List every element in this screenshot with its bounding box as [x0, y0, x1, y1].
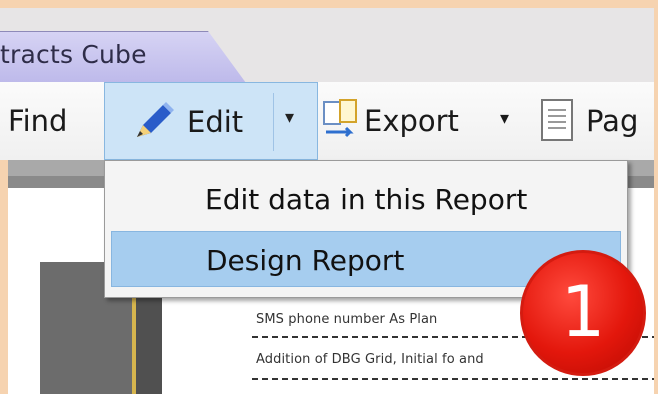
- tab-label: tracts Cube: [0, 40, 147, 69]
- find-button[interactable]: Find: [8, 82, 67, 160]
- step-number: 1: [560, 271, 606, 353]
- frame-border-right: [654, 0, 658, 394]
- edit-label: Edit: [187, 105, 244, 139]
- frame-border-top: [0, 0, 658, 8]
- menu-item-edit-data[interactable]: Edit data in this Report: [111, 171, 621, 227]
- toolbar: Find Edit ▾ Export ▾ Pag: [0, 82, 658, 161]
- export-caret-icon[interactable]: ▾: [500, 108, 509, 129]
- menu-item-label: Edit data in this Report: [205, 183, 528, 216]
- tab-strip: tracts Cube: [0, 8, 658, 83]
- export-icon: [323, 99, 357, 138]
- pencil-icon: [137, 102, 174, 137]
- report-row: SMS phone number As Plan: [256, 312, 438, 327]
- step-badge: 1: [520, 250, 646, 376]
- screenshot-frame: tracts Cube Find Edit ▾ Export ▾ Pag SMS…: [0, 0, 658, 394]
- export-label: Export: [364, 104, 459, 138]
- find-label: Find: [8, 104, 68, 138]
- page-icon: [541, 99, 573, 141]
- menu-item-label: Design Report: [206, 244, 405, 277]
- report-row: Addition of DBG Grid, Initial fo and: [256, 352, 484, 367]
- edit-button[interactable]: Edit ▾: [104, 82, 318, 160]
- dropdown-caret-icon[interactable]: ▾: [285, 107, 294, 128]
- row-divider: [252, 378, 658, 380]
- split-divider: [273, 93, 274, 151]
- frame-border-left: [0, 160, 8, 394]
- page-label: Pag: [586, 104, 639, 138]
